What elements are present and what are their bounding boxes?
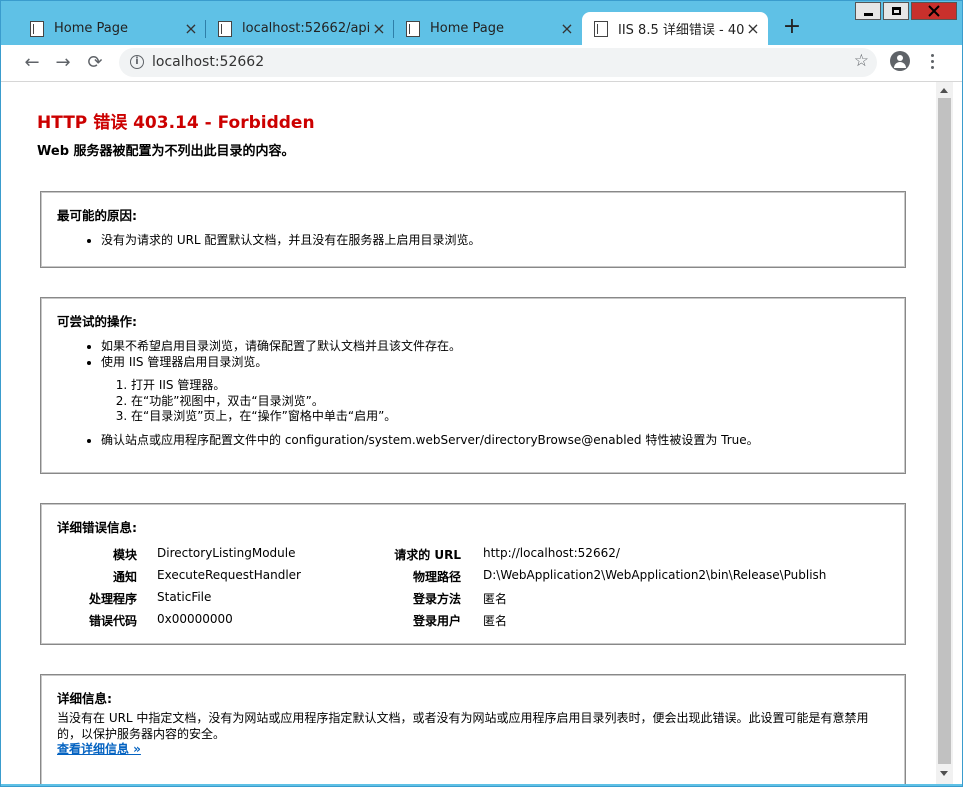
detail-value: ExecuteRequestHandler (157, 568, 301, 582)
tab-home-page-1[interactable]: Home Page × (18, 12, 206, 45)
detail-label: 登录用户 (412, 614, 461, 628)
tab-title: IIS 8.5 详细错误 - 403.1 (618, 23, 744, 38)
causes-heading: 最可能的原因: (57, 208, 137, 223)
detail-label: 登录方法 (412, 592, 461, 606)
step-item: 在“功能”视图中，双击“目录浏览”。 (131, 394, 759, 410)
scroll-down-icon[interactable] (940, 771, 948, 776)
more-info-text: 当没有在 URL 中指定文档，没有为网站或应用程序指定默认文档，或者没有为网站或… (57, 711, 887, 758)
tab-title: Home Page (430, 21, 504, 36)
info-icon[interactable]: i (130, 55, 144, 69)
window-edge (953, 82, 962, 784)
tab-title: localhost:52662/api/T (242, 21, 370, 36)
detail-value: 0x00000000 (157, 612, 233, 626)
steps-list: 打开 IIS 管理器。 在“功能”视图中，双击“目录浏览”。 在“目录浏览”页上… (101, 378, 759, 425)
details-box: 详细错误信息: 模块 DirectoryListingModule 通知 Exe… (40, 503, 906, 645)
more-info-box: 详细信息: 当没有在 URL 中指定文档，没有为网站或应用程序指定默认文档，或者… (40, 674, 906, 784)
vertical-scrollbar[interactable] (936, 82, 953, 784)
detail-label: 通知 (112, 570, 137, 584)
reload-icon[interactable]: ⟳ (84, 52, 106, 74)
bookmark-star-icon[interactable]: ☆ (854, 51, 869, 71)
actions-heading: 可尝试的操作: (57, 314, 137, 329)
tab-iis-error[interactable]: IIS 8.5 详细错误 - 403.1 × (582, 12, 768, 45)
browser-toolbar: ← → ⟳ i localhost:52662 ☆ (1, 45, 962, 82)
detail-value: http://localhost:52662/ (483, 546, 620, 560)
scroll-up-icon[interactable] (940, 88, 948, 93)
detail-label: 请求的 URL (394, 548, 461, 562)
tab-close-icon[interactable]: × (558, 19, 576, 38)
actions-box: 可尝试的操作: 如果不希望启用目录浏览，请确保配置了默认文档并且该文件存在。 使… (40, 297, 906, 474)
list-item: 没有为请求的 URL 配置默认文档，并且没有在服务器上启用目录浏览。 (101, 233, 480, 249)
tab-title: Home Page (54, 21, 128, 36)
more-info-body: 当没有在 URL 中指定文档，没有为网站或应用程序指定默认文档，或者没有为网站或… (57, 711, 869, 741)
step-item: 打开 IIS 管理器。 (131, 378, 759, 394)
url-text[interactable]: localhost:52662 (152, 54, 264, 70)
actions-list: 如果不希望启用目录浏览，请确保配置了默认文档并且该文件存在。 使用 IIS 管理… (85, 339, 759, 448)
list-item-text: 使用 IIS 管理器启用目录浏览。 (101, 354, 268, 369)
list-item: 确认站点或应用程序配置文件中的 configuration/system.web… (101, 433, 759, 449)
list-item: 如果不希望启用目录浏览，请确保配置了默认文档并且该文件存在。 (101, 339, 759, 355)
page-content: HTTP 错误 403.14 - Forbidden Web 服务器被配置为不列… (1, 82, 936, 784)
tab-close-icon[interactable]: × (744, 19, 762, 38)
detail-label: 处理程序 (88, 592, 137, 606)
detail-value: DirectoryListingModule (157, 546, 296, 560)
causes-list: 没有为请求的 URL 配置默认文档，并且没有在服务器上启用目录浏览。 (85, 233, 480, 249)
menu-icon[interactable] (927, 54, 937, 72)
page-icon (594, 20, 608, 37)
detail-label: 错误代码 (88, 614, 137, 628)
forward-icon[interactable]: → (52, 52, 74, 74)
tab-home-page-2[interactable]: Home Page × (394, 12, 582, 45)
page-icon (30, 20, 44, 37)
tab-localhost-api[interactable]: localhost:52662/api/T × (206, 12, 394, 45)
page-title: HTTP 错误 403.14 - Forbidden (37, 113, 315, 133)
more-info-link[interactable]: 查看详细信息 » (57, 742, 141, 756)
address-bar[interactable]: i localhost:52662 ☆ (119, 48, 877, 77)
detail-value: StaticFile (157, 590, 212, 604)
more-info-heading: 详细信息: (57, 691, 112, 706)
detail-value: 匿名 (483, 614, 508, 628)
detail-label: 模块 (112, 548, 137, 562)
detail-label: 物理路径 (412, 570, 461, 584)
back-icon[interactable]: ← (21, 52, 43, 74)
step-item: 在“目录浏览”页上，在“操作”窗格中单击“启用”。 (131, 409, 759, 425)
account-icon[interactable] (890, 51, 910, 71)
detail-value: 匿名 (483, 592, 508, 606)
tab-close-icon[interactable]: × (182, 19, 200, 38)
details-heading: 详细错误信息: (57, 520, 137, 535)
scroll-thumb[interactable] (938, 98, 951, 764)
tab-close-icon[interactable]: × (370, 19, 388, 38)
list-item: 使用 IIS 管理器启用目录浏览。 打开 IIS 管理器。 在“功能”视图中，双… (101, 355, 759, 425)
page-icon (406, 20, 420, 37)
tab-strip: Home Page × localhost:52662/api/T × Home… (0, 8, 963, 45)
page-icon (218, 20, 232, 37)
new-tab-button[interactable]: + (780, 16, 804, 40)
causes-box: 最可能的原因: 没有为请求的 URL 配置默认文档，并且没有在服务器上启用目录浏… (40, 191, 906, 268)
detail-value: D:\WebApplication2\WebApplication2\bin\R… (483, 568, 827, 582)
page-subtitle: Web 服务器被配置为不列出此目录的内容。 (37, 144, 295, 159)
